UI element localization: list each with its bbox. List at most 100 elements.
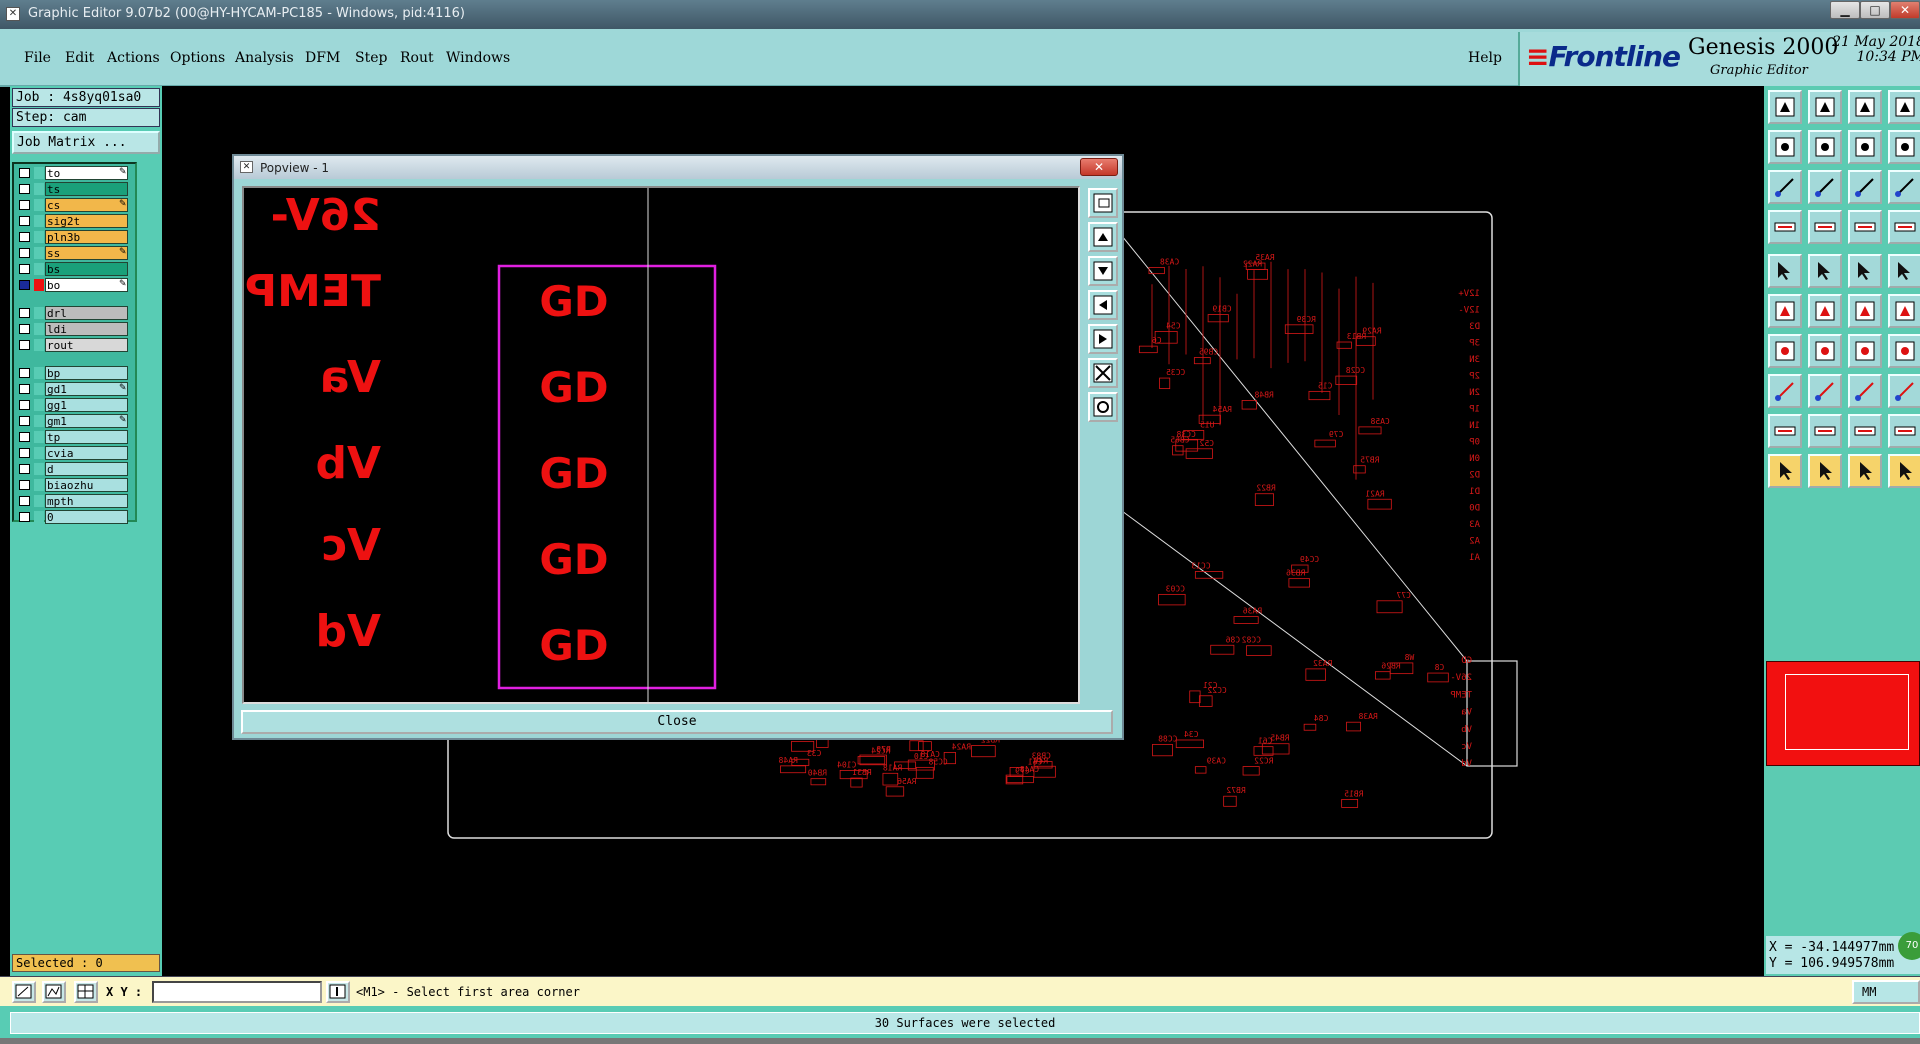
- layer-name[interactable]: gm1: [45, 414, 128, 428]
- menu-help[interactable]: Help: [1468, 50, 1502, 66]
- layer-name[interactable]: ss: [45, 246, 128, 260]
- cut-icon[interactable]: [1808, 254, 1842, 288]
- shape-icon[interactable]: [1888, 374, 1920, 408]
- snap-icon[interactable]: [12, 981, 36, 1003]
- minus-icon[interactable]: [1808, 374, 1842, 408]
- home-icon[interactable]: [1848, 90, 1882, 124]
- layer-row-bp[interactable]: bp: [16, 366, 135, 380]
- pointer-icon[interactable]: [1768, 454, 1802, 488]
- layer-checkbox[interactable]: [19, 496, 30, 506]
- popview-fit-icon[interactable]: [1088, 358, 1118, 388]
- layer-row-cvia[interactable]: cvia: [16, 446, 135, 460]
- maximize-button[interactable]: □: [1860, 1, 1890, 19]
- layer-checkbox[interactable]: [19, 384, 30, 394]
- layer-name[interactable]: sig2t: [45, 214, 128, 228]
- layer-color-swatch[interactable]: [34, 263, 44, 275]
- layer-name[interactable]: cvia: [45, 446, 128, 460]
- layer-row-biaozhu[interactable]: biaozhu: [16, 478, 135, 492]
- layer-row-ldi[interactable]: ldi: [16, 322, 135, 336]
- box-icon[interactable]: [1848, 374, 1882, 408]
- layer-row-sig2t[interactable]: sig2t: [16, 214, 135, 228]
- node-icon[interactable]: [1768, 294, 1802, 328]
- a2-icon[interactable]: [1888, 414, 1920, 448]
- layer-color-swatch[interactable]: [34, 215, 44, 227]
- layer-color-swatch[interactable]: [34, 183, 44, 195]
- job-matrix-button[interactable]: Job Matrix ...: [12, 131, 160, 154]
- layer-name[interactable]: rout: [45, 338, 128, 352]
- menu-rout[interactable]: Rout: [400, 50, 434, 66]
- layer-name[interactable]: biaozhu: [45, 478, 128, 492]
- popview-zoom-in-icon[interactable]: [1088, 222, 1118, 252]
- cross-icon[interactable]: [1808, 294, 1842, 328]
- filter-icon[interactable]: [1888, 334, 1920, 368]
- slot-icon[interactable]: [1848, 254, 1882, 288]
- line-icon[interactable]: [1768, 334, 1802, 368]
- layer-checkbox[interactable]: [19, 340, 30, 350]
- layer-color-swatch[interactable]: [34, 463, 44, 475]
- layer-color-swatch[interactable]: [34, 383, 44, 395]
- layer-row-mpth[interactable]: mpth: [16, 494, 135, 508]
- panel-icon[interactable]: [1768, 90, 1802, 124]
- layer-color-swatch[interactable]: [34, 431, 44, 443]
- layer-checkbox[interactable]: [19, 512, 30, 522]
- layer-color-swatch[interactable]: [34, 167, 44, 179]
- layer-color-swatch[interactable]: [34, 231, 44, 243]
- layer-checkbox[interactable]: [19, 368, 30, 378]
- layer-row-rout[interactable]: rout: [16, 338, 135, 352]
- cursor-icon[interactable]: [326, 981, 350, 1003]
- layer-row-0[interactable]: 0: [16, 510, 135, 524]
- navigation-view-box[interactable]: [1785, 674, 1909, 750]
- window-icon[interactable]: [1888, 90, 1920, 124]
- layer-checkbox[interactable]: [19, 280, 30, 290]
- layer-name[interactable]: d: [45, 462, 128, 476]
- layer-row-tp[interactable]: tp: [16, 430, 135, 444]
- popview-close-button[interactable]: Close: [241, 710, 1113, 734]
- layer-row-bo[interactable]: bo ✎: [16, 278, 135, 292]
- layer-checkbox[interactable]: [19, 400, 30, 410]
- layer-name[interactable]: drl: [45, 306, 128, 320]
- layer-checkbox[interactable]: [19, 324, 30, 334]
- layer-color-swatch[interactable]: [34, 199, 44, 211]
- menu-step[interactable]: Step: [355, 50, 387, 66]
- layer-row-drl[interactable]: drl: [16, 306, 135, 320]
- layer-checkbox[interactable]: [19, 308, 30, 318]
- units-selector[interactable]: MM: [1852, 980, 1920, 1004]
- layer-name[interactable]: bo: [45, 278, 128, 292]
- layer-color-swatch[interactable]: [34, 399, 44, 411]
- layer-checkbox[interactable]: [19, 432, 30, 442]
- menu-dfm[interactable]: DFM: [305, 50, 340, 66]
- circle-icon[interactable]: [1888, 254, 1920, 288]
- fit-icon[interactable]: [1768, 170, 1802, 204]
- snapshot-icon[interactable]: [1888, 130, 1920, 164]
- arrowup-icon[interactable]: [1808, 414, 1842, 448]
- layer-color-swatch[interactable]: [34, 323, 44, 335]
- xy-input[interactable]: [152, 981, 322, 1003]
- layer-checkbox[interactable]: [19, 448, 30, 458]
- layer-color-swatch[interactable]: [34, 447, 44, 459]
- layer-checkbox[interactable]: [19, 264, 30, 274]
- layer-name[interactable]: bs: [45, 262, 128, 276]
- menu-actions[interactable]: Actions: [107, 50, 160, 66]
- layer-color-swatch[interactable]: [34, 247, 44, 259]
- popview-pan-left-icon[interactable]: [1088, 290, 1118, 320]
- popview-zoom-out-icon[interactable]: [1088, 256, 1118, 286]
- slash-icon[interactable]: [1808, 334, 1842, 368]
- popview-title-bar[interactable]: ✕ Popview - 1 ✕: [234, 156, 1122, 179]
- layer-row-to[interactable]: to ✎: [16, 166, 135, 180]
- layer-name[interactable]: ldi: [45, 322, 128, 336]
- menu-options[interactable]: Options: [170, 50, 225, 66]
- layer-checkbox[interactable]: [19, 200, 30, 210]
- layer-name[interactable]: gg1: [45, 398, 128, 412]
- step-icon[interactable]: [1888, 454, 1920, 488]
- layer-row-gd1[interactable]: gd1 ✎: [16, 382, 135, 396]
- query-icon[interactable]: [1888, 170, 1920, 204]
- menu-windows[interactable]: Windows: [446, 50, 510, 66]
- connect-icon[interactable]: [1808, 210, 1842, 244]
- layer-row-pln3b[interactable]: pln3b: [16, 230, 135, 244]
- close-window-button[interactable]: ✕: [1890, 1, 1920, 19]
- layer-checkbox[interactable]: [19, 232, 30, 242]
- move-left-icon[interactable]: [1768, 130, 1802, 164]
- menu-analysis[interactable]: Analysis: [235, 50, 294, 66]
- layer-name[interactable]: to: [45, 166, 128, 180]
- layer-color-swatch[interactable]: [34, 279, 44, 291]
